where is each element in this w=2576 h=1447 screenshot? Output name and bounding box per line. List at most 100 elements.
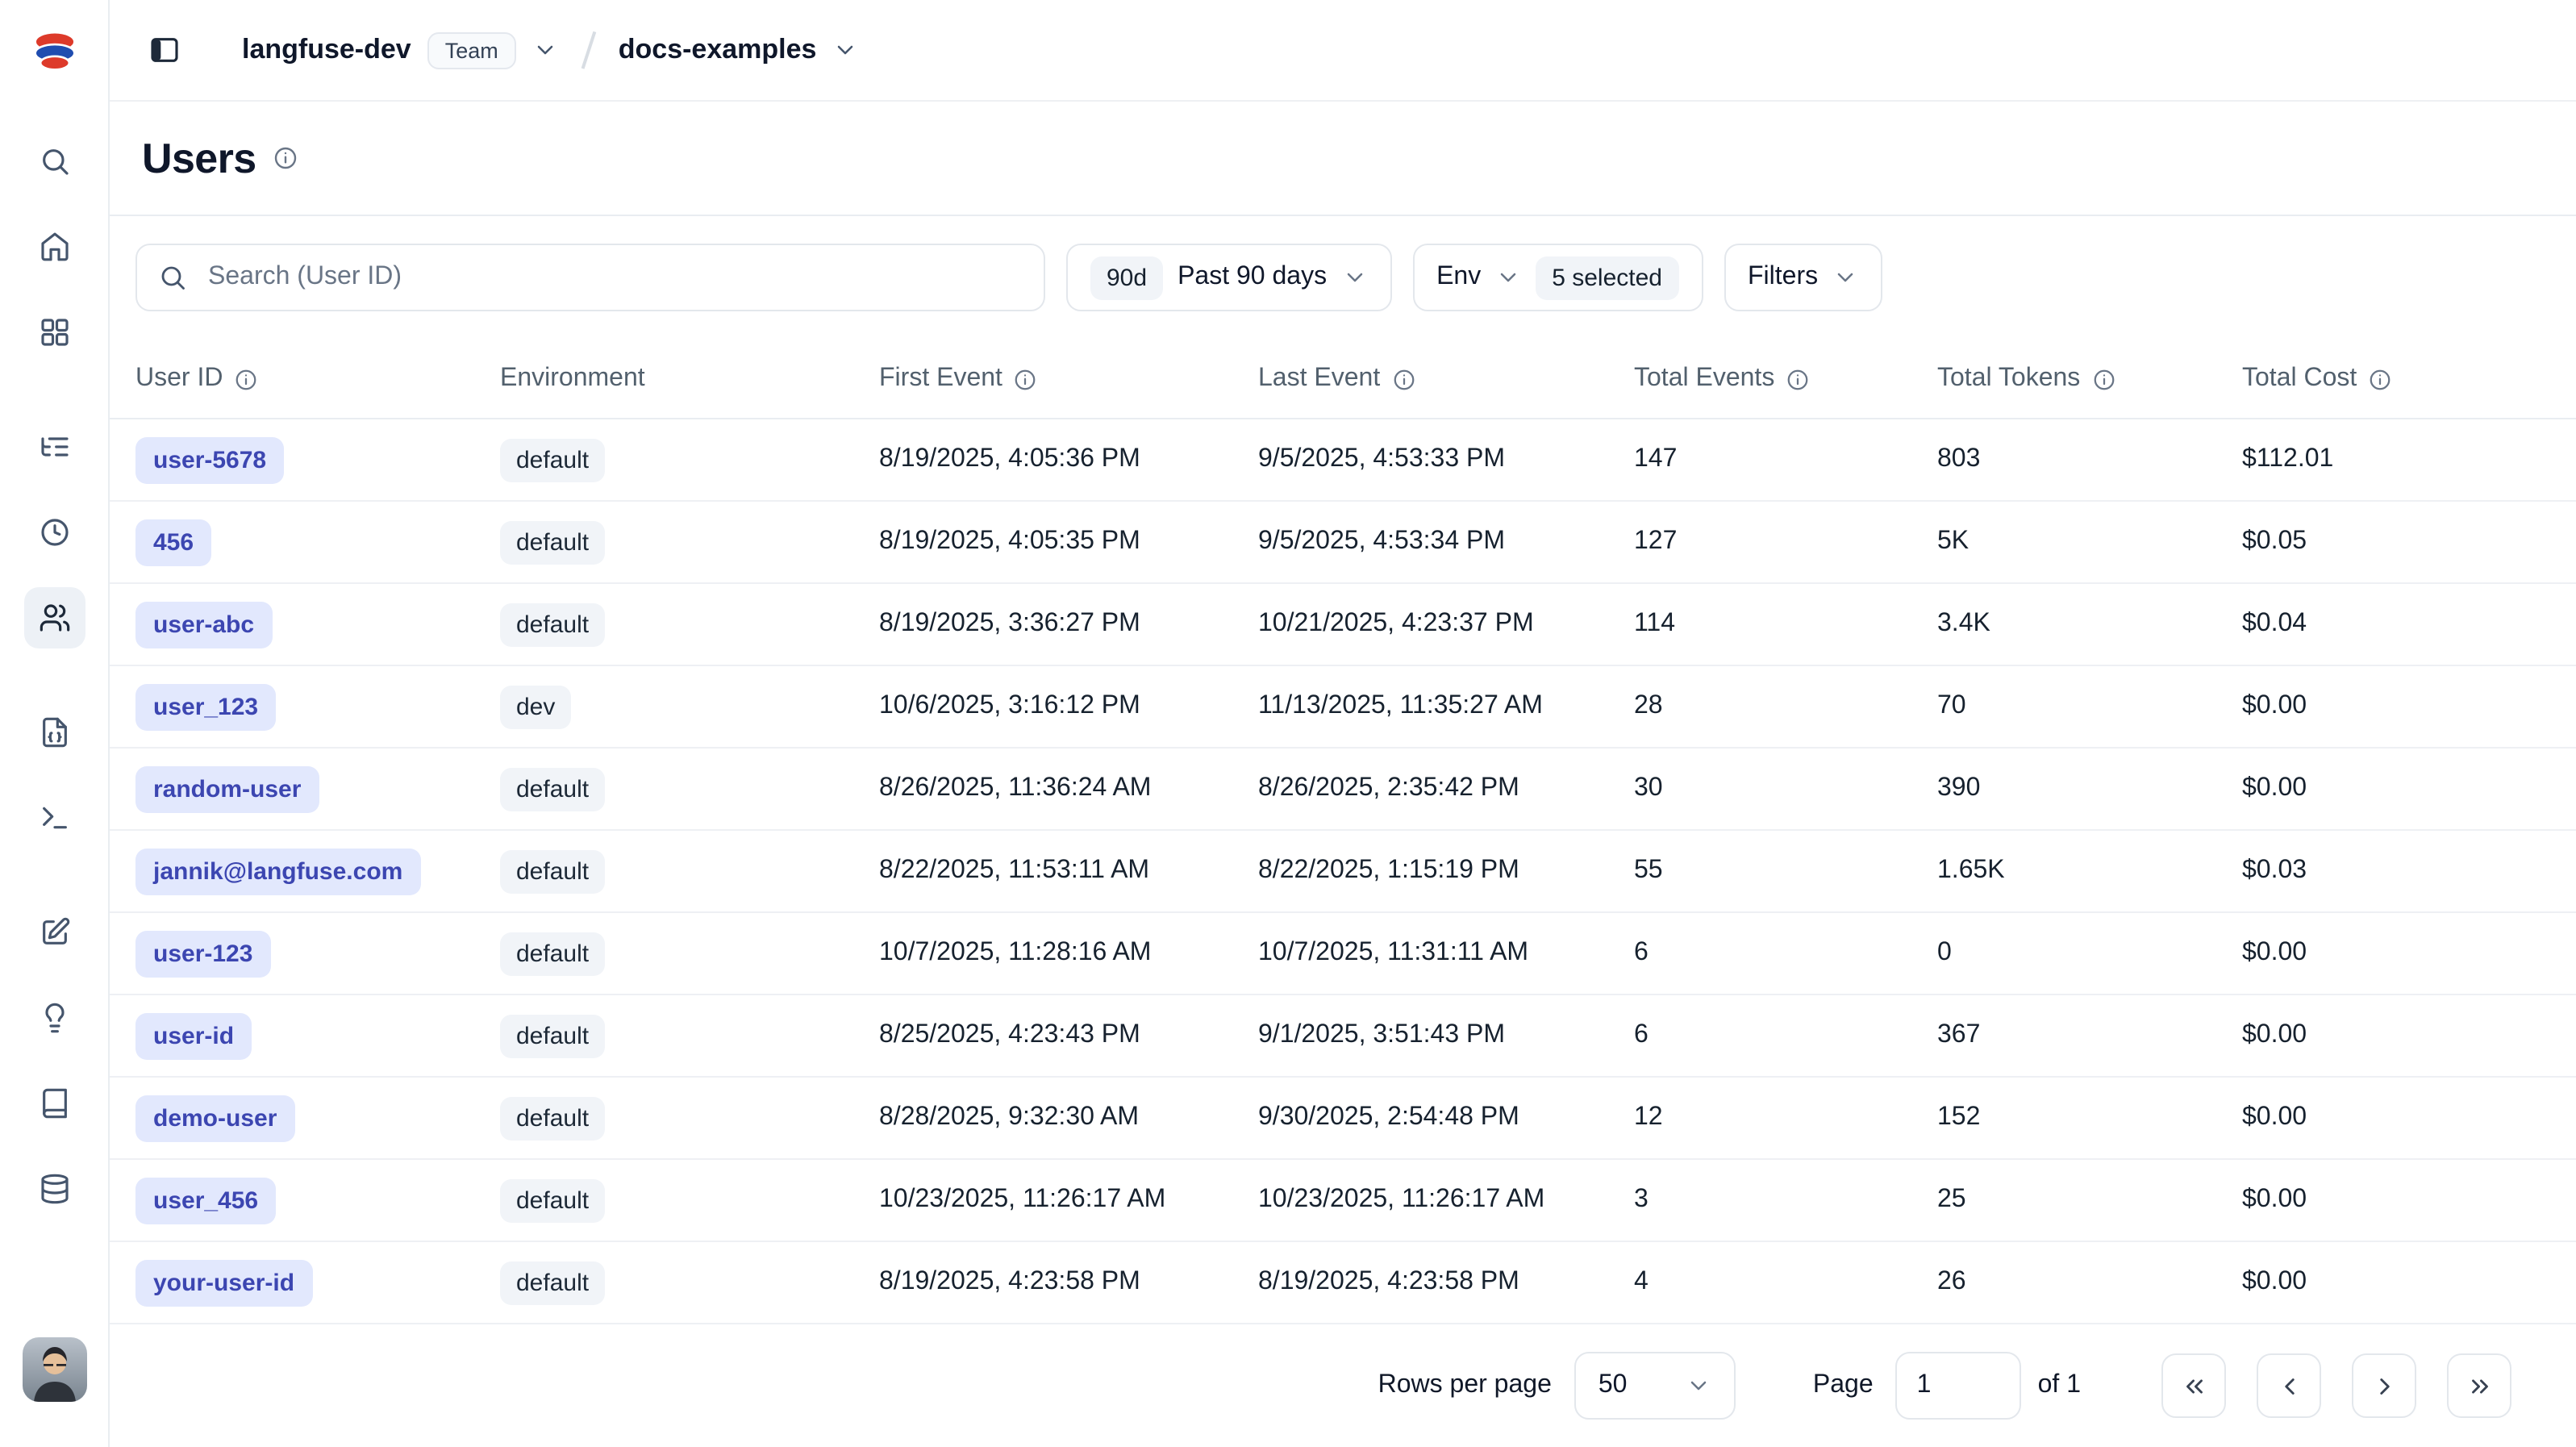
sidebar-item-home[interactable] xyxy=(23,216,85,277)
chevrons-right-icon xyxy=(2466,1372,2493,1399)
first-page-button[interactable] xyxy=(2161,1353,2226,1418)
sidebar-item-datasets[interactable] xyxy=(23,1158,85,1220)
search-box xyxy=(135,244,1045,311)
date-range-label: Past 90 days xyxy=(1178,263,1327,292)
last-event-cell: 10/7/2025, 11:31:11 AM xyxy=(1258,939,1634,968)
first-event-cell: 8/19/2025, 4:23:58 PM xyxy=(879,1268,1258,1297)
total-events-cell: 114 xyxy=(1634,610,1937,639)
info-icon[interactable] xyxy=(2368,367,2392,391)
pagination-bar: Rows per page 50 Page of 1 xyxy=(110,1324,2576,1447)
user-id-badge[interactable]: user_123 xyxy=(135,683,276,730)
home-icon xyxy=(38,231,70,263)
total-cost-cell: $0.03 xyxy=(2242,857,2550,886)
user-avatar[interactable] xyxy=(22,1337,86,1402)
total-events-cell: 12 xyxy=(1634,1103,1937,1132)
user-id-badge[interactable]: user-id xyxy=(135,1012,252,1059)
column-header-total-cost: Total Cost xyxy=(2242,365,2550,394)
table-row[interactable]: user-5678 default 8/19/2025, 4:05:36 PM … xyxy=(110,419,2576,502)
table-row[interactable]: user-abc default 8/19/2025, 3:36:27 PM 1… xyxy=(110,584,2576,666)
sidebar-item-dashboards[interactable] xyxy=(23,302,85,363)
user-id-badge[interactable]: user_456 xyxy=(135,1177,276,1224)
table-row[interactable]: user_123 dev 10/6/2025, 3:16:12 PM 11/13… xyxy=(110,666,2576,749)
sidebar-item-annotation[interactable] xyxy=(23,1073,85,1134)
langfuse-logo[interactable] xyxy=(0,0,108,102)
user-id-badge[interactable]: user-abc xyxy=(135,601,272,648)
user-id-badge[interactable]: user-123 xyxy=(135,930,270,977)
evaluation-icon xyxy=(38,916,70,949)
total-events-cell: 28 xyxy=(1634,692,1937,721)
last-event-cell: 9/5/2025, 4:53:33 PM xyxy=(1258,445,1634,474)
sidebar-item-evaluation[interactable] xyxy=(23,902,85,963)
sidebar-toggle-button[interactable] xyxy=(135,21,194,79)
project-name[interactable]: docs-examples xyxy=(619,34,817,66)
page-label: Page xyxy=(1813,1371,1874,1400)
page-title-info-icon[interactable] xyxy=(273,145,298,171)
sidebar-nav xyxy=(23,102,85,1220)
first-event-cell: 8/26/2025, 11:36:24 AM xyxy=(879,774,1258,803)
total-cost-cell: $0.05 xyxy=(2242,528,2550,557)
sidebar-item-insights[interactable] xyxy=(23,987,85,1049)
sidebar-item-tracing[interactable] xyxy=(23,416,85,477)
last-event-cell: 9/30/2025, 2:54:48 PM xyxy=(1258,1103,1634,1132)
last-page-button[interactable] xyxy=(2447,1353,2511,1418)
column-header-last-event: Last Event xyxy=(1258,365,1634,394)
project-dropdown-button[interactable] xyxy=(832,37,858,63)
environment-cell: default xyxy=(500,849,879,893)
chevron-down-icon xyxy=(1495,265,1521,290)
info-icon[interactable] xyxy=(2091,367,2115,391)
info-icon[interactable] xyxy=(1391,367,1415,391)
sessions-icon xyxy=(38,516,70,548)
next-page-button[interactable] xyxy=(2352,1353,2416,1418)
rows-per-page-select[interactable]: 50 xyxy=(1574,1352,1736,1420)
environment-badge: dev xyxy=(500,685,571,728)
info-icon[interactable] xyxy=(1786,367,1810,391)
total-tokens-cell: 70 xyxy=(1937,692,2242,721)
search-icon xyxy=(38,145,70,177)
last-event-cell: 9/1/2025, 3:51:43 PM xyxy=(1258,1021,1634,1050)
table-row[interactable]: demo-user default 8/28/2025, 9:32:30 AM … xyxy=(110,1078,2576,1160)
table-row[interactable]: jannik@langfuse.com default 8/22/2025, 1… xyxy=(110,831,2576,913)
date-range-button[interactable]: 90d Past 90 days xyxy=(1066,244,1391,311)
datasets-icon xyxy=(38,1173,70,1205)
user-id-badge[interactable]: demo-user xyxy=(135,1095,294,1141)
table-row[interactable]: random-user default 8/26/2025, 11:36:24 … xyxy=(110,749,2576,831)
previous-page-button[interactable] xyxy=(2257,1353,2321,1418)
breadcrumb-separator xyxy=(581,31,595,69)
user-id-badge[interactable]: user-5678 xyxy=(135,436,284,483)
sidebar-item-users[interactable] xyxy=(23,587,85,648)
info-icon[interactable] xyxy=(234,367,258,391)
info-icon[interactable] xyxy=(1014,367,1038,391)
sidebar-item-sessions[interactable] xyxy=(23,502,85,563)
org-type-badge[interactable]: Team xyxy=(427,31,516,69)
user-id-badge[interactable]: 456 xyxy=(135,519,211,565)
environment-badge: default xyxy=(500,438,605,482)
table-row[interactable]: 456 default 8/19/2025, 4:05:35 PM 9/5/20… xyxy=(110,502,2576,584)
environment-cell: default xyxy=(500,1014,879,1057)
environment-badge: default xyxy=(500,603,605,646)
search-input[interactable] xyxy=(205,261,1023,294)
user-id-badge[interactable]: your-user-id xyxy=(135,1259,312,1306)
table-row[interactable]: your-user-id default 8/19/2025, 4:23:58 … xyxy=(110,1242,2576,1324)
total-events-cell: 127 xyxy=(1634,528,1937,557)
environment-filter-button[interactable]: Env 5 selected xyxy=(1412,244,1703,311)
org-dropdown-button[interactable] xyxy=(532,37,558,63)
sidebar-item-playground[interactable] xyxy=(23,787,85,849)
total-events-cell: 30 xyxy=(1634,774,1937,803)
table-row[interactable]: user-123 default 10/7/2025, 11:28:16 AM … xyxy=(110,913,2576,995)
chevron-right-icon xyxy=(2370,1372,2398,1399)
sidebar-item-search[interactable] xyxy=(23,131,85,192)
total-cost-cell: $0.00 xyxy=(2242,692,2550,721)
user-id-badge[interactable]: jannik@langfuse.com xyxy=(135,848,420,894)
user-id-badge[interactable]: random-user xyxy=(135,765,319,812)
table-row[interactable]: user-id default 8/25/2025, 4:23:43 PM 9/… xyxy=(110,995,2576,1078)
user-id-cell: your-user-id xyxy=(135,1259,500,1306)
chevron-left-icon xyxy=(2275,1372,2303,1399)
sidebar-item-prompts[interactable] xyxy=(23,702,85,763)
avatar-photo xyxy=(22,1337,86,1402)
environment-badge: default xyxy=(500,1014,605,1057)
table-row[interactable]: user_456 default 10/23/2025, 11:26:17 AM… xyxy=(110,1160,2576,1242)
total-events-cell: 4 xyxy=(1634,1268,1937,1297)
org-name[interactable]: langfuse-dev xyxy=(242,34,411,66)
filters-button[interactable]: Filters xyxy=(1724,244,1882,311)
page-number-input[interactable] xyxy=(1896,1352,2022,1420)
